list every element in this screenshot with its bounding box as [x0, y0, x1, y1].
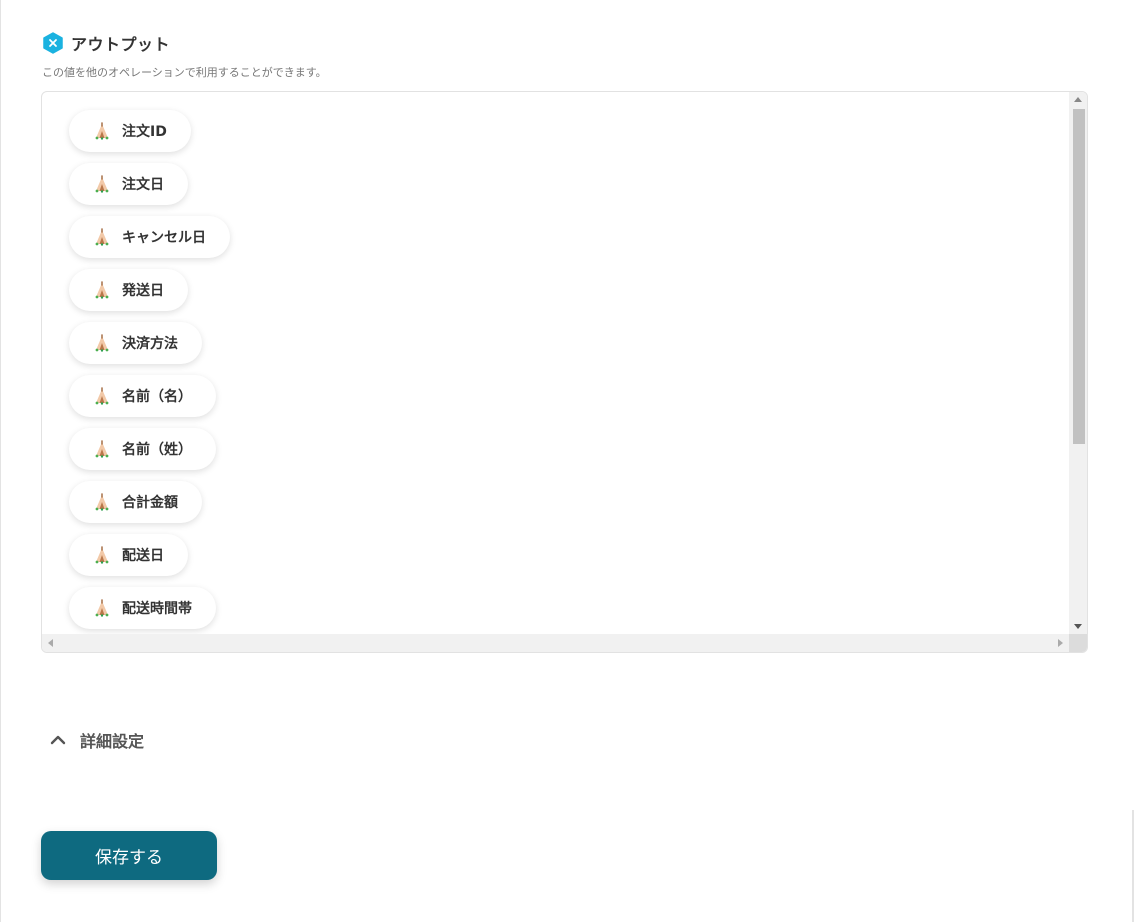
variable-icon — [94, 281, 110, 299]
output-item-label: 名前（姓） — [122, 442, 192, 458]
output-item[interactable]: 名前（姓） — [69, 428, 216, 470]
output-section-title: アウトプット — [71, 35, 171, 54]
variable-icon — [94, 334, 110, 352]
output-item-label: キャンセル日 — [122, 230, 206, 246]
variable-icon — [94, 440, 110, 458]
output-item[interactable]: 名前（名） — [69, 375, 216, 417]
output-item[interactable]: 注文ID — [69, 110, 191, 152]
output-list-box: 注文ID 注文日キャンセル日 発送日決済方法名前（名） 名前（姓） 合計金額配送日配送時… — [41, 91, 1088, 653]
vertical-scrollbar[interactable] — [1069, 92, 1087, 634]
variable-icon — [94, 546, 110, 564]
hexagon-x-icon — [42, 32, 64, 54]
scroll-down-icon[interactable] — [1074, 624, 1082, 629]
save-button[interactable]: 保存する — [41, 831, 217, 880]
horizontal-scrollbar[interactable] — [42, 634, 1069, 652]
variable-icon — [94, 228, 110, 246]
output-item[interactable]: 配送日 — [69, 534, 188, 576]
output-item-label: 配送日 — [122, 548, 164, 564]
page-left-border — [0, 0, 1, 922]
scroll-right-icon[interactable] — [1058, 639, 1063, 647]
vertical-scroll-thumb[interactable] — [1073, 109, 1085, 444]
output-item-label: 合計金額 — [122, 495, 178, 511]
output-item-label: 注文日 — [122, 177, 164, 193]
output-item[interactable]: 配送時間帯 — [69, 587, 216, 629]
scrollbar-corner — [1069, 634, 1087, 652]
output-item-label: 名前（名） — [122, 389, 192, 405]
output-item-label: 決済方法 — [122, 336, 178, 352]
output-item[interactable]: キャンセル日 — [69, 216, 230, 258]
chevron-up-icon — [48, 730, 68, 750]
detail-settings-toggle[interactable]: 詳細設定 — [48, 728, 144, 752]
output-section-description: この値を他のオペレーションで利用することができます。 — [42, 66, 327, 79]
output-section-header: アウトプット — [42, 31, 170, 55]
output-item[interactable]: 決済方法 — [69, 322, 202, 364]
variable-icon — [94, 387, 110, 405]
output-item[interactable]: 注文日 — [69, 163, 188, 205]
scroll-up-icon[interactable] — [1074, 97, 1082, 102]
variable-icon — [94, 175, 110, 193]
output-item-label: 注文ID — [122, 124, 167, 140]
variable-icon — [94, 122, 110, 140]
output-item[interactable]: 発送日 — [69, 269, 188, 311]
detail-settings-label: 詳細設定 — [80, 732, 145, 751]
output-item-label: 配送時間帯 — [122, 601, 192, 617]
variable-icon — [94, 599, 110, 617]
scroll-left-icon[interactable] — [48, 639, 53, 647]
output-item-label: 発送日 — [122, 283, 164, 299]
output-list: 注文ID 注文日キャンセル日 発送日決済方法名前（名） 名前（姓） 合計金額配送日配送時… — [42, 92, 1069, 634]
variable-icon — [94, 493, 110, 511]
output-item[interactable]: 合計金額 — [69, 481, 202, 523]
